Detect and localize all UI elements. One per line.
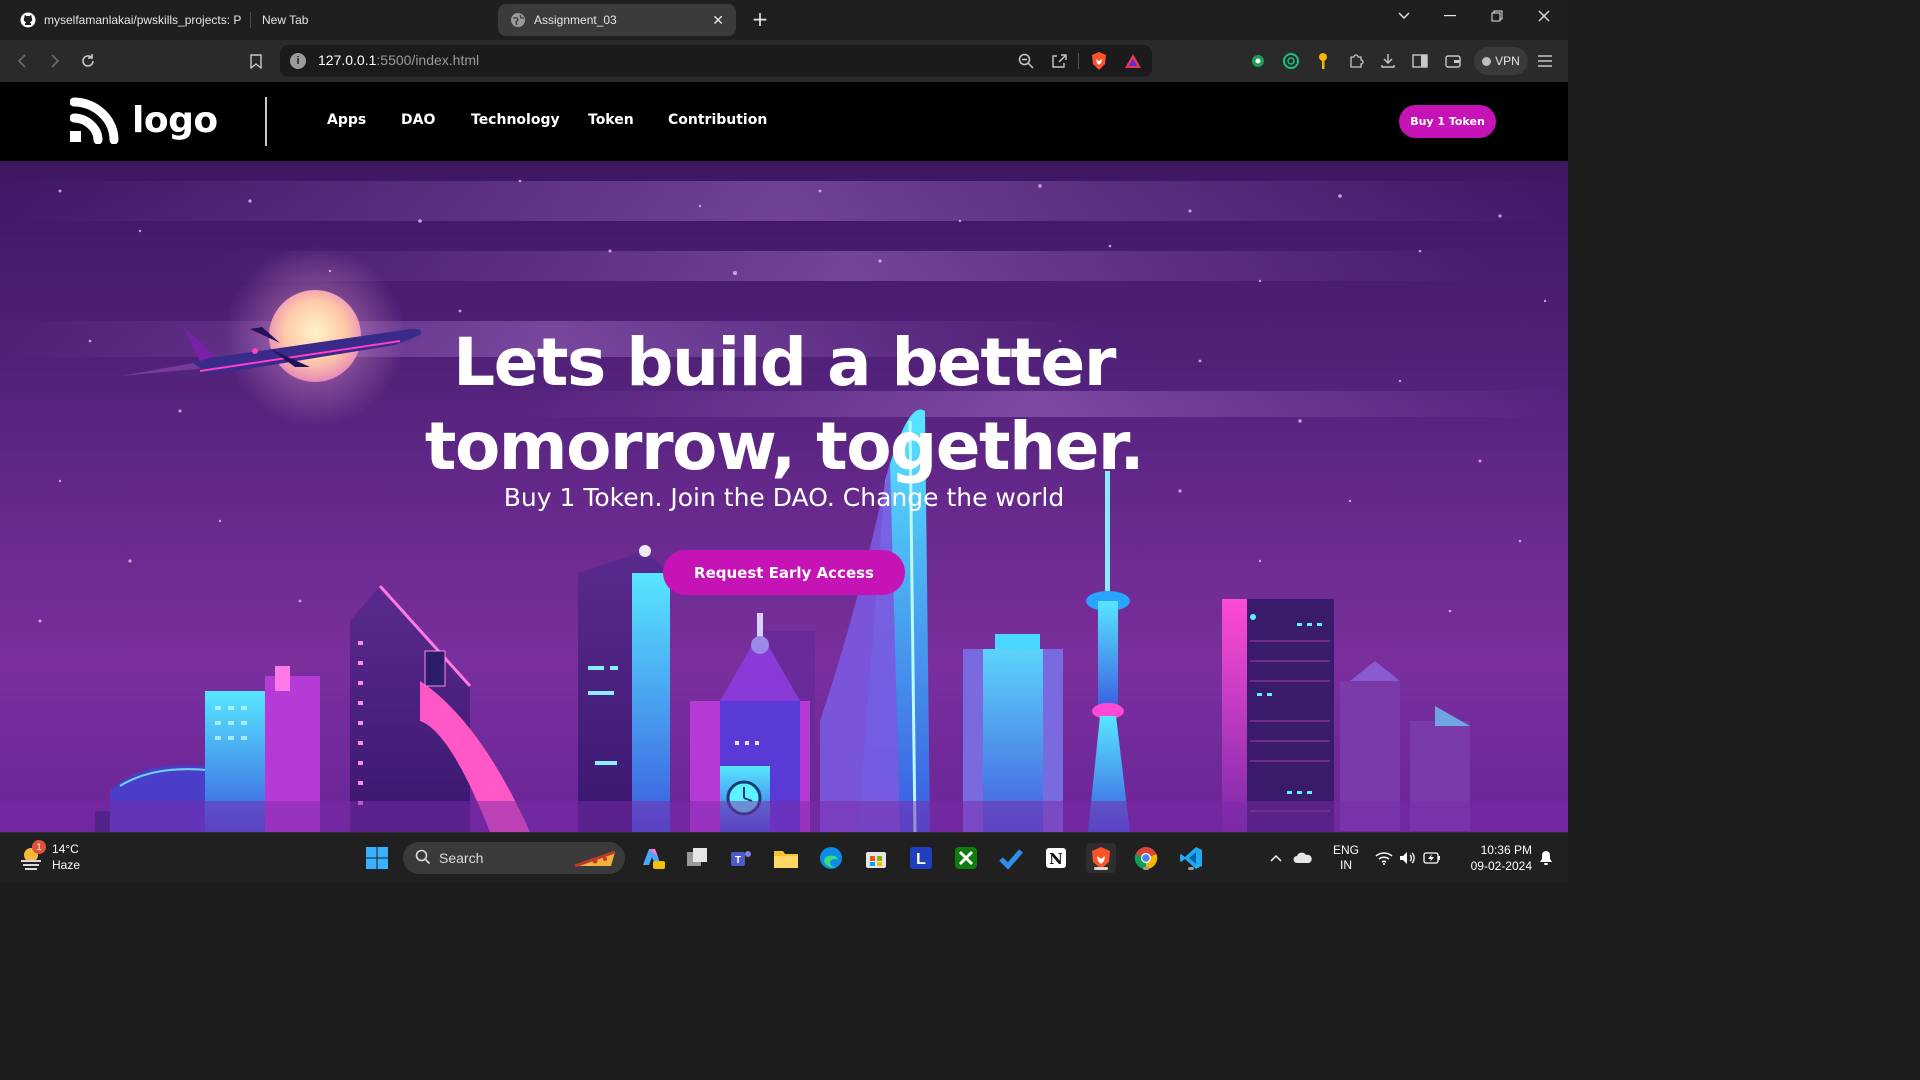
wallet-icon[interactable]	[1442, 50, 1464, 72]
svg-text:L: L	[916, 851, 926, 868]
l-app-icon[interactable]: L	[906, 843, 936, 873]
volume-icon[interactable]	[1396, 851, 1420, 865]
reload-icon[interactable]	[76, 49, 100, 73]
share-icon[interactable]	[1049, 51, 1069, 71]
brave-rewards-icon[interactable]	[1123, 51, 1143, 71]
show-hidden-icons-chevron-icon[interactable]	[1266, 854, 1286, 862]
vpn-label: VPN	[1495, 54, 1520, 68]
vscode-icon[interactable]	[1176, 843, 1206, 873]
logo-text: logo	[132, 99, 218, 141]
clock-date: 09-02-2024	[1470, 859, 1532, 873]
taskbar-search[interactable]: Search	[403, 842, 625, 874]
minimize-icon[interactable]	[1434, 4, 1466, 28]
teams-icon[interactable]: T	[726, 843, 756, 873]
chatgpt-extension-icon[interactable]	[1280, 50, 1302, 72]
search-icon	[415, 849, 431, 868]
bookmark-icon[interactable]	[244, 49, 268, 73]
nav-contribution[interactable]: Contribution	[668, 112, 767, 128]
weather-badge: 1	[32, 840, 46, 854]
xbox-icon[interactable]	[951, 843, 981, 873]
running-indicator	[1094, 867, 1108, 870]
vpn-status-icon	[1482, 56, 1492, 66]
buy-token-button[interactable]: Buy 1 Token	[1399, 105, 1496, 138]
tab-assignment[interactable]: Assignment_03 ✕	[498, 4, 736, 36]
logo-mark-icon	[70, 97, 119, 144]
running-indicator	[1188, 867, 1194, 870]
nav-token[interactable]: Token	[588, 112, 634, 128]
vpn-button[interactable]: VPN	[1474, 47, 1528, 75]
browser-tab-bar: myselfamanlakai/pwskills_projects: P New…	[0, 0, 1568, 40]
menu-icon[interactable]	[1534, 50, 1556, 72]
battery-charging-icon[interactable]	[1420, 852, 1444, 864]
weather-widget[interactable]: 1 14°C Haze	[18, 840, 81, 873]
new-tab-button[interactable]: +	[748, 8, 772, 32]
hero-title: Lets build a better tomorrow, together.	[0, 321, 1568, 489]
site-header: logo Apps DAO Technology Token Contribut…	[0, 82, 1568, 161]
notion-icon[interactable]: N	[1041, 843, 1071, 873]
notification-bell-icon[interactable]	[1532, 850, 1560, 866]
edge-icon[interactable]	[816, 843, 846, 873]
system-tray: ENG IN 10:36 PM 09-02-2024	[1266, 833, 1560, 883]
tab-new-tab[interactable]: New Tab	[250, 4, 490, 36]
site-info-icon[interactable]: i	[290, 53, 306, 69]
svg-text:N: N	[1049, 850, 1063, 868]
sidebar-icon[interactable]	[1409, 50, 1431, 72]
tab-title: Assignment_03	[534, 13, 617, 27]
clock-time: 10:36 PM	[1480, 843, 1532, 857]
browser-toolbar: i 127.0.0.1:5500/index.html VPN	[0, 40, 1568, 82]
running-indicator	[1143, 867, 1149, 870]
brave-shields-icon[interactable]	[1089, 51, 1109, 71]
nav-technology[interactable]: Technology	[471, 112, 560, 128]
nav-apps[interactable]: Apps	[327, 112, 366, 128]
extensions-puzzle-icon[interactable]	[1345, 50, 1367, 72]
svg-text:T: T	[735, 855, 741, 866]
search-placeholder: Search	[439, 850, 484, 866]
chrome-icon[interactable]	[1131, 843, 1161, 873]
onedrive-cloud-icon[interactable]	[1286, 852, 1320, 864]
language-indicator[interactable]: ENG IN	[1320, 843, 1372, 873]
tab-github[interactable]: myselfamanlakai/pwskills_projects: P	[8, 4, 246, 36]
clock[interactable]: 10:36 PM 09-02-2024	[1444, 842, 1532, 874]
microsoft-store-icon[interactable]	[861, 843, 891, 873]
language-code: ENG	[1332, 843, 1359, 857]
globe-icon	[510, 12, 526, 28]
tab-title: myselfamanlakai/pwskills_projects: P	[44, 13, 242, 27]
key-extension-icon[interactable]	[1312, 50, 1334, 72]
tab-title: New Tab	[262, 13, 309, 27]
hero-section: Lets build a better tomorrow, together. …	[0, 161, 1568, 832]
site-logo[interactable]: logo	[70, 96, 218, 144]
download-icon[interactable]	[1377, 50, 1399, 72]
pizza-search-highlight-icon	[571, 846, 619, 873]
github-icon	[20, 12, 36, 28]
weather-temperature: 14°C	[52, 842, 79, 856]
forward-icon[interactable]	[43, 49, 67, 73]
todo-check-icon[interactable]	[996, 843, 1026, 873]
weather-description: Haze	[52, 858, 81, 872]
back-icon[interactable]	[10, 49, 34, 73]
request-early-access-button[interactable]: Request Early Access	[663, 550, 905, 595]
close-tab-icon[interactable]: ✕	[712, 12, 724, 29]
hero-title-line-2: tomorrow, together.	[424, 408, 1145, 485]
close-window-icon[interactable]	[1528, 4, 1560, 28]
weather-haze-icon: 1	[18, 840, 46, 870]
omnibox-divider	[1078, 53, 1079, 69]
tab-search-icon[interactable]	[1388, 4, 1420, 28]
windows-start-icon[interactable]	[362, 843, 392, 873]
hero-title-line-1: Lets build a better	[453, 324, 1116, 401]
region-code: IN	[1340, 858, 1352, 872]
copilot-pre-icon[interactable]	[637, 843, 667, 873]
nav-divider	[265, 97, 267, 146]
extension-green-dot-icon[interactable]	[1247, 50, 1269, 72]
windows-taskbar: 1 14°C Haze Search T L N ENG IN 10:36 PM…	[0, 832, 1568, 882]
nav-dao[interactable]: DAO	[401, 112, 435, 128]
address-bar[interactable]: i 127.0.0.1:5500/index.html	[280, 45, 1152, 77]
task-view-icon[interactable]	[682, 843, 712, 873]
zoom-out-icon[interactable]	[1016, 51, 1036, 71]
file-explorer-icon[interactable]	[771, 843, 801, 873]
url-text[interactable]: 127.0.0.1:5500/index.html	[318, 52, 479, 68]
wifi-icon[interactable]	[1372, 851, 1396, 865]
brave-browser-icon[interactable]	[1086, 843, 1116, 873]
restore-icon[interactable]	[1481, 4, 1513, 28]
hero-subtitle: Buy 1 Token. Join the DAO. Change the wo…	[503, 483, 1065, 512]
